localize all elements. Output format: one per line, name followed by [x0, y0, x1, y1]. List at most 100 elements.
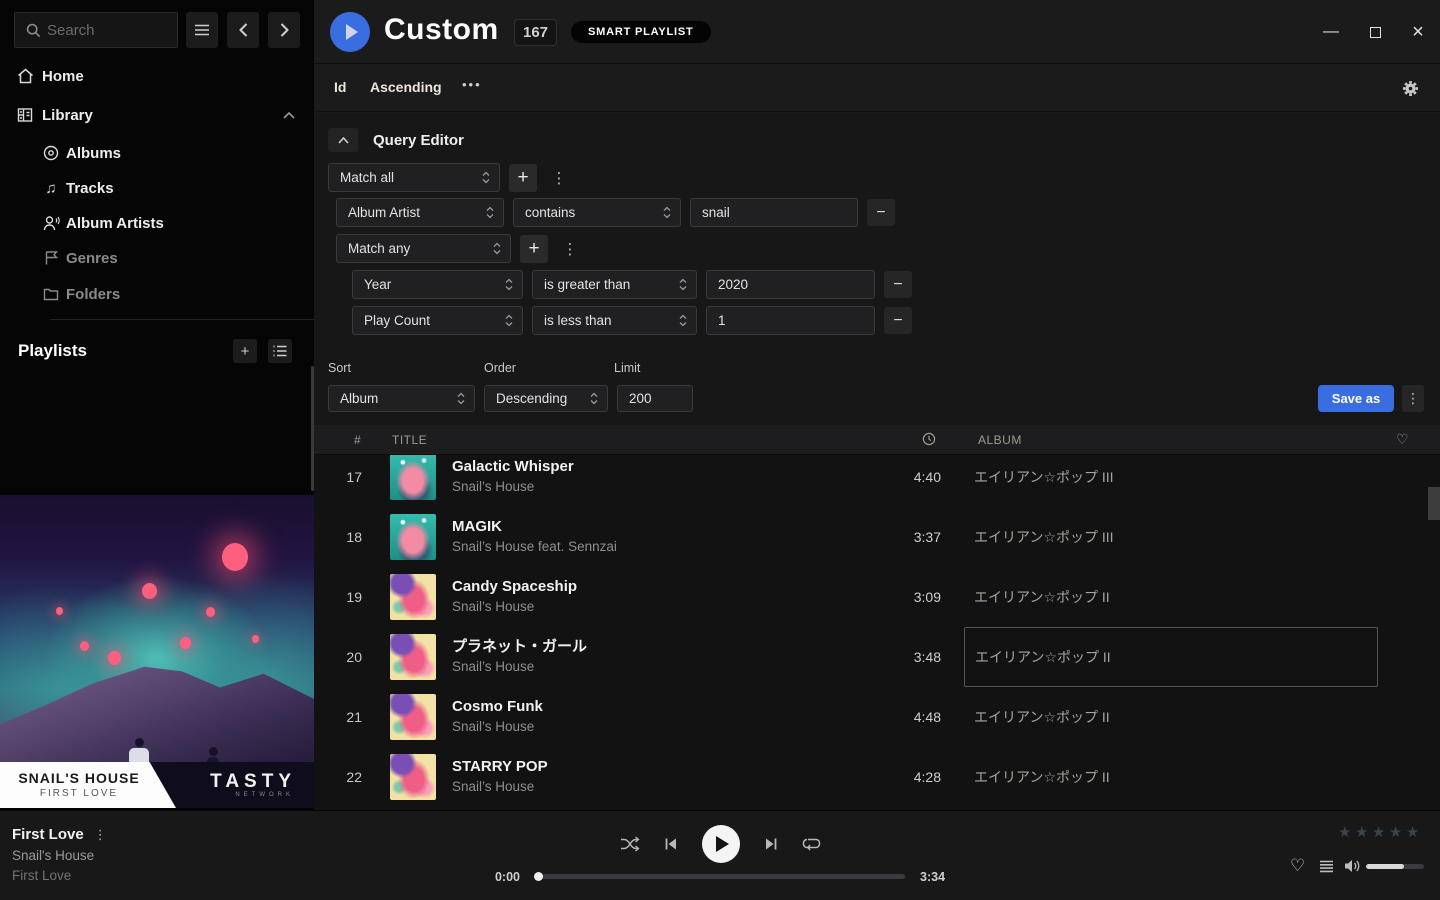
search-box[interactable]: [14, 12, 178, 48]
volume-slider[interactable]: [1366, 864, 1424, 869]
match-mode-select[interactable]: Match any: [336, 234, 511, 263]
rule-operator-select[interactable]: contains: [513, 198, 681, 227]
search-input[interactable]: [47, 13, 175, 47]
playlist-item[interactable]: [18, 369, 304, 394]
rule-operator-select[interactable]: is greater than: [532, 270, 697, 299]
sidebar-item-genres[interactable]: Genres: [0, 244, 314, 272]
queue-button[interactable]: [1319, 860, 1334, 878]
add-playlist-button[interactable]: +: [233, 339, 257, 363]
sidebar-item-folders[interactable]: Folders: [0, 280, 314, 308]
now-playing-cover-art[interactable]: SNAIL'S HOUSE FIRST LOVE TASTY NETWORK: [0, 495, 314, 808]
rule-field-select[interactable]: Play Count: [352, 306, 523, 335]
sidebar-item-album-artists[interactable]: Album Artists: [0, 209, 314, 237]
sidebar-item-home[interactable]: Home: [0, 62, 314, 90]
forward-button[interactable]: [268, 12, 300, 48]
table-row[interactable]: 17 Galactic Whisper Snail’s House 4:40 エ…: [314, 455, 1440, 507]
seek-bar[interactable]: [535, 874, 905, 879]
playlist-item[interactable]: [18, 394, 304, 419]
match-mode-select[interactable]: Match all: [328, 163, 500, 192]
rule-value-input[interactable]: [706, 306, 875, 335]
table-row[interactable]: 18 MAGIK Snail’s House feat. Sennzai 3:3…: [314, 507, 1440, 567]
sidebar-item-albums[interactable]: Albums: [0, 139, 314, 167]
playlist-list-button[interactable]: [268, 339, 292, 363]
add-rule-button[interactable]: +: [520, 235, 548, 263]
rule-field-select[interactable]: Year: [352, 270, 523, 299]
rule-field-select[interactable]: Album Artist: [336, 198, 504, 227]
query-menu-button[interactable]: ⋮: [1402, 385, 1424, 412]
table-row[interactable]: 20 プラネット・ガール Snail’s House 3:48 エイリアン☆ポッ…: [314, 627, 1440, 687]
group-menu-button[interactable]: ⋮: [551, 169, 567, 187]
rule-operator-select[interactable]: is less than: [532, 306, 697, 335]
add-rule-button[interactable]: +: [509, 164, 537, 192]
settings-button[interactable]: [1402, 80, 1419, 102]
play-playlist-button[interactable]: [330, 12, 370, 52]
collapse-query-editor-button[interactable]: [328, 128, 358, 152]
minimize-icon: —: [1323, 23, 1339, 41]
track-meta: Galactic Whisper Snail’s House: [452, 456, 852, 497]
album-cell[interactable]: エイリアン☆ポップ III: [964, 507, 1378, 567]
sort-select[interactable]: Album: [328, 385, 475, 412]
sort-direction-button[interactable]: Ascending: [370, 79, 442, 95]
rule-value-input[interactable]: [706, 270, 875, 299]
star-icon[interactable]: ★: [1372, 824, 1389, 841]
save-as-button[interactable]: Save as: [1318, 385, 1394, 412]
star-icon[interactable]: ★: [1406, 824, 1423, 841]
minimize-button[interactable]: —: [1320, 22, 1342, 42]
favorite-button[interactable]: ♡: [1290, 856, 1305, 876]
select-value: Album: [340, 391, 378, 406]
sidebar-item-tracks[interactable]: ♫ Tracks: [0, 174, 314, 202]
maximize-button[interactable]: [1364, 22, 1386, 42]
star-icon[interactable]: ★: [1355, 824, 1372, 841]
album-cell[interactable]: エイリアン☆ポップ II: [964, 627, 1378, 687]
track-duration: 3:37: [871, 507, 941, 567]
group-menu-button[interactable]: ⋮: [562, 240, 578, 258]
rule-value-input[interactable]: [690, 198, 858, 227]
remove-rule-button[interactable]: −: [884, 307, 912, 334]
volume-button[interactable]: [1344, 859, 1361, 878]
track-album: エイリアン☆ポップ II: [975, 647, 1111, 667]
limit-input[interactable]: [617, 385, 693, 412]
play-pause-button[interactable]: [702, 825, 740, 863]
album-cell[interactable]: エイリアン☆ポップ III: [964, 455, 1378, 507]
seek-thumb[interactable]: [534, 872, 543, 881]
lantern-glow: [108, 651, 121, 665]
chevron-up-icon[interactable]: [283, 112, 295, 119]
sidebar-scrollbar[interactable]: [311, 366, 314, 491]
back-button[interactable]: [227, 12, 259, 48]
table-row[interactable]: 19 Candy Spaceship Snail’s House 3:09 エイ…: [314, 567, 1440, 627]
star-icon[interactable]: ★: [1338, 824, 1355, 841]
column-number[interactable]: #: [354, 433, 361, 447]
shuffle-button[interactable]: [620, 836, 640, 852]
duration-column-icon[interactable]: [922, 432, 936, 449]
column-album[interactable]: ALBUM: [978, 433, 1022, 447]
table-row[interactable]: 22 STARRY POP Snail’s House 4:28 エイリアン☆ポ…: [314, 747, 1440, 807]
repeat-button[interactable]: [802, 837, 821, 852]
album-cell[interactable]: エイリアン☆ポップ II: [964, 747, 1378, 807]
order-select[interactable]: Descending: [484, 385, 608, 412]
favorite-column-icon[interactable]: ♡: [1396, 431, 1409, 448]
close-button[interactable]: ×: [1407, 22, 1429, 42]
more-options-button[interactable]: •••: [462, 77, 482, 92]
rating-stars[interactable]: ★★★★★: [1338, 823, 1423, 841]
select-stepper-icon: [679, 314, 687, 327]
remove-rule-button[interactable]: −: [867, 199, 895, 226]
previous-button[interactable]: [664, 837, 678, 851]
playlist-item[interactable]: [18, 419, 304, 444]
star-icon[interactable]: ★: [1389, 824, 1406, 841]
track-album: エイリアン☆ポップ II: [974, 707, 1110, 727]
limit-label: Limit: [614, 361, 640, 375]
playlist-item[interactable]: [18, 469, 304, 494]
column-title[interactable]: TITLE: [392, 433, 427, 447]
sidebar-item-library[interactable]: Library: [0, 101, 314, 129]
album-cell[interactable]: エイリアン☆ポップ II: [964, 687, 1378, 747]
track-list-scrollbar[interactable]: [1428, 487, 1440, 520]
next-button[interactable]: [764, 837, 778, 851]
remove-rule-button[interactable]: −: [884, 271, 912, 298]
playlist-item[interactable]: [18, 444, 304, 469]
menu-button[interactable]: [186, 12, 218, 48]
select-stepper-icon: [482, 171, 490, 184]
track-meta: Cosmo Funk Snail’s House: [452, 696, 852, 737]
sort-field-button[interactable]: Id: [334, 79, 346, 95]
table-row[interactable]: 21 Cosmo Funk Snail’s House 4:48 エイリアン☆ポ…: [314, 687, 1440, 747]
album-cell[interactable]: エイリアン☆ポップ II: [964, 567, 1378, 627]
